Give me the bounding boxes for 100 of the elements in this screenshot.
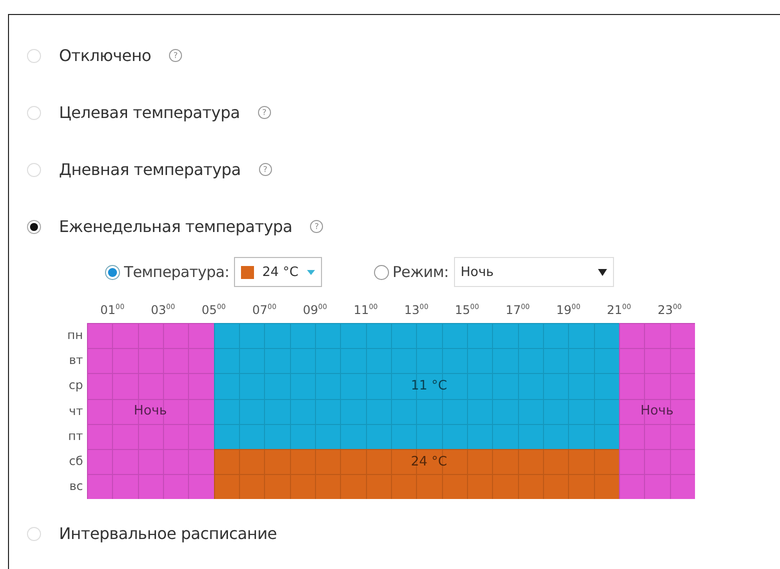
schedule-cell[interactable]	[467, 348, 492, 374]
schedule-cell[interactable]	[340, 373, 366, 399]
schedule-cell[interactable]	[492, 373, 518, 399]
schedule-cell[interactable]	[340, 474, 366, 500]
schedule-cell[interactable]	[619, 373, 644, 399]
schedule-cell[interactable]	[138, 474, 163, 500]
schedule-cell[interactable]	[188, 348, 214, 374]
schedule-cell[interactable]	[87, 398, 112, 424]
schedule-cell[interactable]	[594, 424, 619, 449]
schedule-cell[interactable]	[391, 424, 416, 449]
help-icon[interactable]: ?	[310, 220, 324, 233]
schedule-cell[interactable]	[87, 373, 112, 399]
schedule-cell[interactable]	[543, 448, 568, 474]
schedule-cell[interactable]	[138, 424, 163, 449]
schedule-cell[interactable]	[264, 474, 290, 500]
schedule-cell[interactable]	[442, 424, 467, 449]
schedule-cell[interactable]	[138, 323, 163, 348]
schedule-cell[interactable]	[112, 323, 138, 348]
schedule-cell[interactable]	[239, 323, 264, 348]
schedule-cell[interactable]	[366, 424, 391, 449]
schedule-cell[interactable]	[391, 348, 416, 374]
schedule-cell[interactable]	[290, 373, 315, 399]
schedule-cell[interactable]	[492, 323, 518, 348]
schedule-cell[interactable]	[290, 323, 315, 348]
schedule-cell[interactable]	[264, 424, 290, 449]
schedule-cell[interactable]	[264, 373, 290, 399]
schedule-cell[interactable]	[163, 448, 188, 474]
schedule-cell[interactable]	[644, 348, 670, 374]
schedule-cell[interactable]	[366, 474, 391, 500]
schedule-cell[interactable]	[87, 474, 112, 500]
schedule-cell[interactable]	[188, 448, 214, 474]
schedule-cell[interactable]	[112, 474, 138, 500]
schedule-cell[interactable]	[594, 474, 619, 500]
schedule-cell[interactable]	[644, 323, 670, 348]
schedule-cell[interactable]	[518, 424, 543, 449]
schedule-cell[interactable]	[568, 424, 594, 449]
schedule-cell[interactable]	[670, 348, 695, 374]
schedule-cell[interactable]	[214, 348, 239, 374]
schedule-cell[interactable]	[416, 323, 442, 348]
schedule-cell[interactable]	[619, 424, 644, 449]
schedule-cell[interactable]	[492, 474, 518, 500]
schedule-cell[interactable]	[188, 424, 214, 449]
schedule-cell[interactable]	[239, 448, 264, 474]
schedule-cell[interactable]	[214, 373, 239, 399]
schedule-cell[interactable]	[467, 323, 492, 348]
schedule-cell[interactable]	[264, 348, 290, 374]
schedule-cell[interactable]	[366, 348, 391, 374]
schedule-cell[interactable]	[619, 474, 644, 500]
schedule-cell[interactable]	[543, 348, 568, 374]
schedule-cell[interactable]	[239, 373, 264, 399]
schedule-cell[interactable]	[366, 323, 391, 348]
schedule-cell[interactable]	[670, 424, 695, 449]
schedule-cell[interactable]	[315, 448, 340, 474]
schedule-cell[interactable]	[594, 398, 619, 424]
schedule-cell[interactable]	[138, 373, 163, 399]
schedule-cell[interactable]	[188, 474, 214, 500]
schedule-cell[interactable]	[214, 474, 239, 500]
schedule-cell[interactable]	[518, 373, 543, 399]
schedule-cell[interactable]	[290, 348, 315, 374]
schedule-cell[interactable]	[239, 348, 264, 374]
schedule-cell[interactable]	[467, 373, 492, 399]
schedule-cell[interactable]	[670, 474, 695, 500]
schedule-cell[interactable]	[518, 323, 543, 348]
help-icon[interactable]: ?	[258, 163, 272, 176]
schedule-cell[interactable]	[214, 424, 239, 449]
schedule-cell[interactable]	[163, 474, 188, 500]
schedule-cell[interactable]	[163, 373, 188, 399]
schedule-cell[interactable]	[87, 348, 112, 374]
schedule-cell[interactable]	[340, 323, 366, 348]
schedule-cell[interactable]	[416, 348, 442, 374]
radio-button[interactable]	[105, 264, 120, 280]
schedule-cell[interactable]	[188, 398, 214, 424]
schedule-cell[interactable]	[644, 424, 670, 449]
schedule-cell[interactable]	[239, 398, 264, 424]
schedule-cell[interactable]	[188, 373, 214, 399]
schedule-cell[interactable]	[391, 474, 416, 500]
schedule-cell[interactable]	[391, 323, 416, 348]
schedule-cell[interactable]	[264, 448, 290, 474]
schedule-cell[interactable]	[87, 323, 112, 348]
help-icon[interactable]: ?	[169, 49, 182, 62]
schedule-cell[interactable]	[391, 398, 416, 424]
schedule-cell[interactable]	[670, 448, 695, 474]
schedule-cell[interactable]	[416, 474, 442, 500]
schedule-cell[interactable]	[518, 474, 543, 500]
schedule-cell[interactable]	[492, 448, 518, 474]
schedule-cell[interactable]	[467, 448, 492, 474]
schedule-cell[interactable]	[290, 398, 315, 424]
schedule-cell[interactable]	[214, 398, 239, 424]
schedule-cell[interactable]	[138, 348, 163, 374]
schedule-cell[interactable]	[416, 398, 442, 424]
schedule-cell[interactable]	[543, 323, 568, 348]
schedule-cell[interactable]	[112, 348, 138, 374]
schedule-cell[interactable]	[543, 474, 568, 500]
schedule-cell[interactable]	[87, 448, 112, 474]
schedule-cell[interactable]	[518, 398, 543, 424]
schedule-cell[interactable]	[214, 448, 239, 474]
schedule-cell[interactable]	[568, 398, 594, 424]
schedule-cell[interactable]	[366, 398, 391, 424]
schedule-cell[interactable]	[214, 323, 239, 348]
schedule-cell[interactable]	[163, 323, 188, 348]
